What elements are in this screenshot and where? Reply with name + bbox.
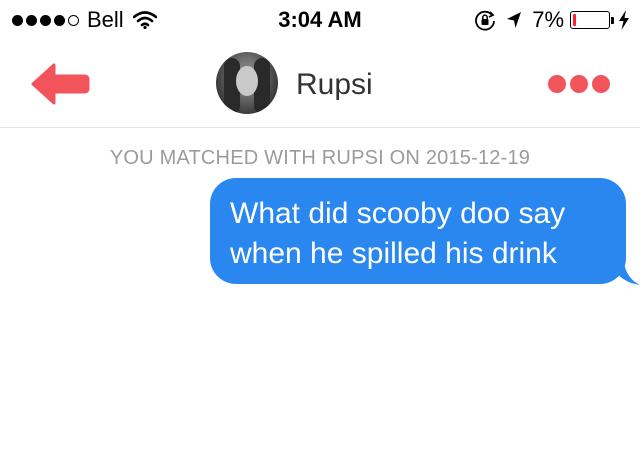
more-dots-icon [570,75,588,93]
more-options-button[interactable] [548,72,612,96]
location-arrow-icon [506,11,522,29]
message-line: when he spilled his drink [230,237,557,270]
battery-level-fill [573,14,576,26]
back-button[interactable] [30,62,90,106]
sent-message[interactable]: What did scooby doo say when he spilled … [210,178,640,286]
battery-icon [570,11,610,29]
status-bar: Bell 3:04 AM 7% [0,0,640,40]
match-notice: YOU MATCHED WITH RUPSI ON 2015-12-19 [109,147,531,169]
battery-nub [611,16,614,24]
rotation-lock-icon [474,9,496,31]
charging-bolt-icon [618,10,630,30]
message-line: What did scooby doo say [230,197,566,230]
battery-percent: 7% [532,7,564,32]
chat-header: Rupsi [0,40,640,128]
contact-name[interactable]: Rupsi [296,68,373,102]
back-arrow-icon [30,63,90,110]
more-dots-icon [548,75,566,93]
avatar-face [236,66,258,96]
more-dots-icon [592,75,610,93]
contact-avatar[interactable] [216,52,278,114]
status-bar-right: 7% [474,8,630,32]
message-bubble: What did scooby doo say when he spilled … [210,178,626,284]
